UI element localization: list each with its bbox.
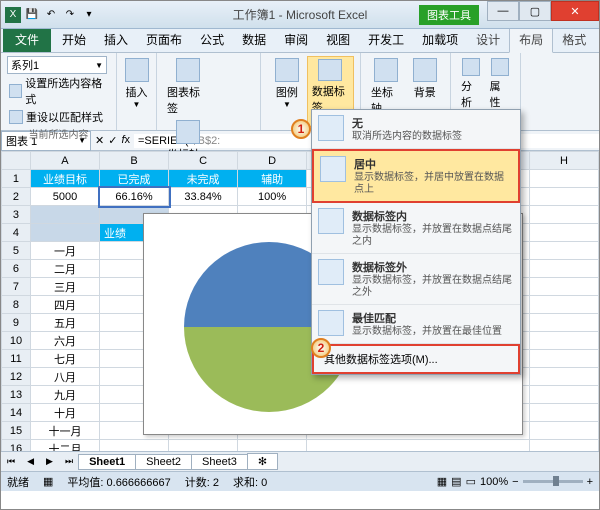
menu-center[interactable]: 居中显示数据标签，并居中放置在数据点上 bbox=[312, 149, 520, 203]
ribbon-tabs: 文件 开始 插入 页面布 公式 数据 审阅 视图 开发工 加载项 设计 布局 格… bbox=[1, 29, 599, 53]
menu-best-fit[interactable]: 最佳匹配显示数据标签，并放置在最佳位置 bbox=[312, 305, 520, 344]
title-bar: X 💾 ↶ ↷ ▾ 工作簿1 - Microsoft Excel 图表工具 — … bbox=[1, 1, 599, 29]
excel-icon: X bbox=[5, 7, 21, 23]
inside-icon bbox=[318, 208, 344, 234]
tab-insert[interactable]: 插入 bbox=[95, 27, 137, 52]
group-current-selection: 当前所选内容 bbox=[7, 126, 110, 141]
maximize-button[interactable]: ▢ bbox=[519, 1, 551, 21]
menu-inside-end[interactable]: 数据标签内显示数据标签，并放置在数据点结尾之内 bbox=[312, 203, 520, 254]
tab-format[interactable]: 格式 bbox=[553, 27, 595, 52]
quick-access-toolbar: X 💾 ↶ ↷ ▾ bbox=[1, 7, 97, 23]
zoom-in-button[interactable]: + bbox=[587, 476, 593, 488]
sheet-tab-3[interactable]: Sheet3 bbox=[191, 454, 248, 470]
close-button[interactable]: ✕ bbox=[551, 1, 599, 21]
sheet-tabs: ⏮ ◀ ▶ ⏭ Sheet1 Sheet2 Sheet3 ✻ bbox=[1, 451, 599, 471]
new-sheet-button[interactable]: ✻ bbox=[247, 453, 278, 470]
center-icon bbox=[320, 156, 346, 182]
data-labels-menu: 无取消所选内容的数据标签 居中显示数据标签，并居中放置在数据点上 数据标签内显示… bbox=[311, 109, 521, 375]
sheet-nav-next[interactable]: ▶ bbox=[40, 456, 59, 467]
status-ready: 就绪 bbox=[7, 474, 29, 490]
tab-review[interactable]: 审阅 bbox=[275, 27, 317, 52]
annotation-1: 1 bbox=[291, 119, 311, 139]
view-break-icon[interactable]: ▭ bbox=[466, 475, 476, 488]
tab-home[interactable]: 开始 bbox=[53, 27, 95, 52]
view-layout-icon[interactable]: ▤ bbox=[451, 475, 461, 488]
chart-title-button[interactable]: 图表标签 bbox=[163, 56, 213, 118]
qat-more-icon[interactable]: ▾ bbox=[81, 7, 97, 23]
minimize-button[interactable]: — bbox=[487, 1, 519, 21]
menu-outside-end[interactable]: 数据标签外显示数据标签，并放置在数据点结尾之外 bbox=[312, 254, 520, 305]
view-normal-icon[interactable]: ▦ bbox=[437, 475, 447, 488]
outside-icon bbox=[318, 259, 344, 285]
reset-style-button[interactable]: 重设以匹配样式 bbox=[7, 108, 110, 126]
annotation-2: 2 bbox=[311, 338, 331, 358]
sheet-nav-prev[interactable]: ◀ bbox=[21, 456, 40, 467]
zoom-slider[interactable] bbox=[523, 480, 583, 483]
tab-view[interactable]: 视图 bbox=[317, 27, 359, 52]
sheet-tab-1[interactable]: Sheet1 bbox=[78, 454, 136, 470]
window-title: 工作簿1 - Microsoft Excel bbox=[233, 6, 368, 23]
fx-icon[interactable]: fx bbox=[121, 134, 130, 147]
status-macro-icon[interactable]: ▦ bbox=[43, 475, 53, 488]
bestfit-icon bbox=[318, 310, 344, 336]
tab-developer[interactable]: 开发工 bbox=[359, 27, 413, 52]
status-bar: 就绪 ▦ 平均值: 0.666666667 计数: 2 求和: 0 ▦ ▤ ▭ … bbox=[1, 471, 599, 491]
tab-formulas[interactable]: 公式 bbox=[191, 27, 233, 52]
status-average: 平均值: 0.666666667 bbox=[67, 474, 170, 490]
tab-pagelayout[interactable]: 页面布 bbox=[137, 27, 191, 52]
zoom-out-button[interactable]: − bbox=[512, 476, 518, 488]
chart-element-selector[interactable]: 系列1▼ bbox=[7, 56, 107, 74]
none-icon bbox=[318, 115, 344, 141]
tab-layout[interactable]: 布局 bbox=[509, 26, 553, 53]
status-count: 计数: 2 bbox=[185, 474, 219, 490]
menu-more-options[interactable]: 其他数据标签选项(M)... bbox=[312, 344, 520, 374]
legend-button[interactable]: 图例▼ bbox=[267, 56, 307, 127]
redo-icon[interactable]: ↷ bbox=[62, 7, 78, 23]
tab-addins[interactable]: 加载项 bbox=[413, 27, 467, 52]
format-selection-button[interactable]: 设置所选内容格式 bbox=[7, 74, 110, 108]
zoom-level[interactable]: 100% bbox=[480, 476, 508, 488]
sheet-nav-first[interactable]: ⏮ bbox=[1, 456, 21, 467]
tab-design[interactable]: 设计 bbox=[467, 27, 509, 52]
tab-data[interactable]: 数据 bbox=[233, 27, 275, 52]
sheet-nav-last[interactable]: ⏭ bbox=[59, 456, 79, 467]
sheet-tab-2[interactable]: Sheet2 bbox=[135, 454, 192, 470]
insert-button[interactable]: 插入▼ bbox=[115, 56, 159, 111]
tab-file[interactable]: 文件 bbox=[3, 27, 51, 52]
context-tab-group: 图表工具 bbox=[419, 5, 479, 25]
status-sum: 求和: 0 bbox=[233, 474, 267, 490]
undo-icon[interactable]: ↶ bbox=[43, 7, 59, 23]
save-icon[interactable]: 💾 bbox=[24, 7, 40, 23]
menu-none[interactable]: 无取消所选内容的数据标签 bbox=[312, 110, 520, 149]
